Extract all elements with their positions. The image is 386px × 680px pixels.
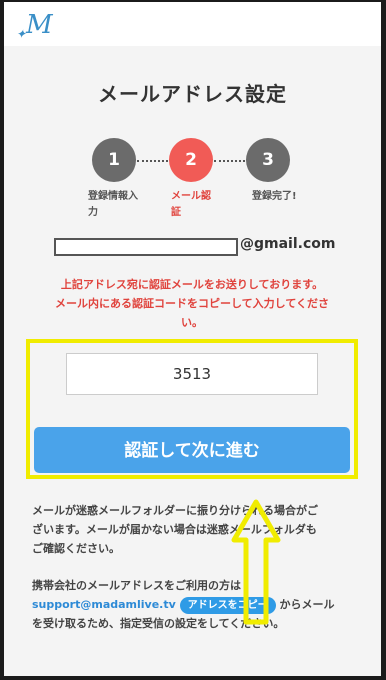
page-title: メールアドレス設定 [98, 82, 287, 106]
info-line: ざいます。メールが届かない場合は迷惑メールフォルダも [32, 523, 317, 536]
info-line: 携帯会社のメールアドレスをご利用の方は [32, 579, 241, 592]
arrow-up-icon [231, 499, 281, 625]
verification-notice: 上記アドレス宛に認証メールをお送りしております。 メール内にある認証コードをコピ… [28, 275, 356, 332]
step-2-number: 2 [185, 150, 197, 170]
step-3-label: 登録完了! [252, 191, 297, 202]
info-line: を受け取るため、指定受信の設定をしてください。 [32, 617, 285, 630]
progress-steps: 1 2 3 登録情報入力 メール認証 登録完了! [4, 138, 381, 218]
verification-code-input[interactable] [66, 353, 318, 395]
spam-folder-info: メールが迷惑メールフォルダーに振り分けられる場合がご ざいます。メールが届かない… [32, 501, 354, 558]
header: ✦ M [4, 2, 381, 46]
step-1-label: 登録情報入力 [88, 191, 138, 218]
step-connector [214, 160, 245, 165]
notice-line: い。 [181, 316, 203, 329]
info-line-with-actions: support@madamlive.tv アドレスをコピー からメール [32, 595, 354, 614]
carrier-email-info: 携帯会社のメールアドレスをご利用の方は support@madamlive.tv… [32, 576, 354, 633]
info-line: ご確認ください。 [32, 542, 120, 555]
main-content: メールアドレス設定 1 2 3 登録情報入力 メール認証 登録完了! @gmai… [4, 46, 381, 676]
step-2-label: メール認証 [171, 191, 211, 218]
email-redaction-box [54, 238, 238, 256]
info-line: メールが迷惑メールフォルダーに振り分けられる場合がご [32, 504, 318, 517]
step-1-number: 1 [108, 150, 120, 170]
page: ✦ M メールアドレス設定 1 2 3 登録情報入力 メール認証 登録完了! @… [4, 2, 381, 676]
step-connector [137, 160, 168, 165]
logo[interactable]: ✦ M [16, 8, 66, 42]
step-2-circle: 2 [169, 138, 213, 182]
step-3-circle: 3 [246, 138, 290, 182]
email-domain: @gmail.com [240, 236, 336, 252]
notice-line: メール内にある認証コードをコピーして入力してくださ [54, 297, 329, 310]
logo-text: M [26, 10, 53, 40]
notice-line: 上記アドレス宛に認証メールをお送りしております。 [60, 278, 324, 291]
step-3-number: 3 [262, 150, 274, 170]
support-email-link[interactable]: support@madamlive.tv [32, 598, 176, 611]
step-1-circle: 1 [92, 138, 136, 182]
verify-and-continue-button[interactable]: 認証して次に進む [34, 427, 350, 473]
registered-email: @gmail.com [54, 236, 344, 258]
info-text: からメール [279, 598, 335, 611]
